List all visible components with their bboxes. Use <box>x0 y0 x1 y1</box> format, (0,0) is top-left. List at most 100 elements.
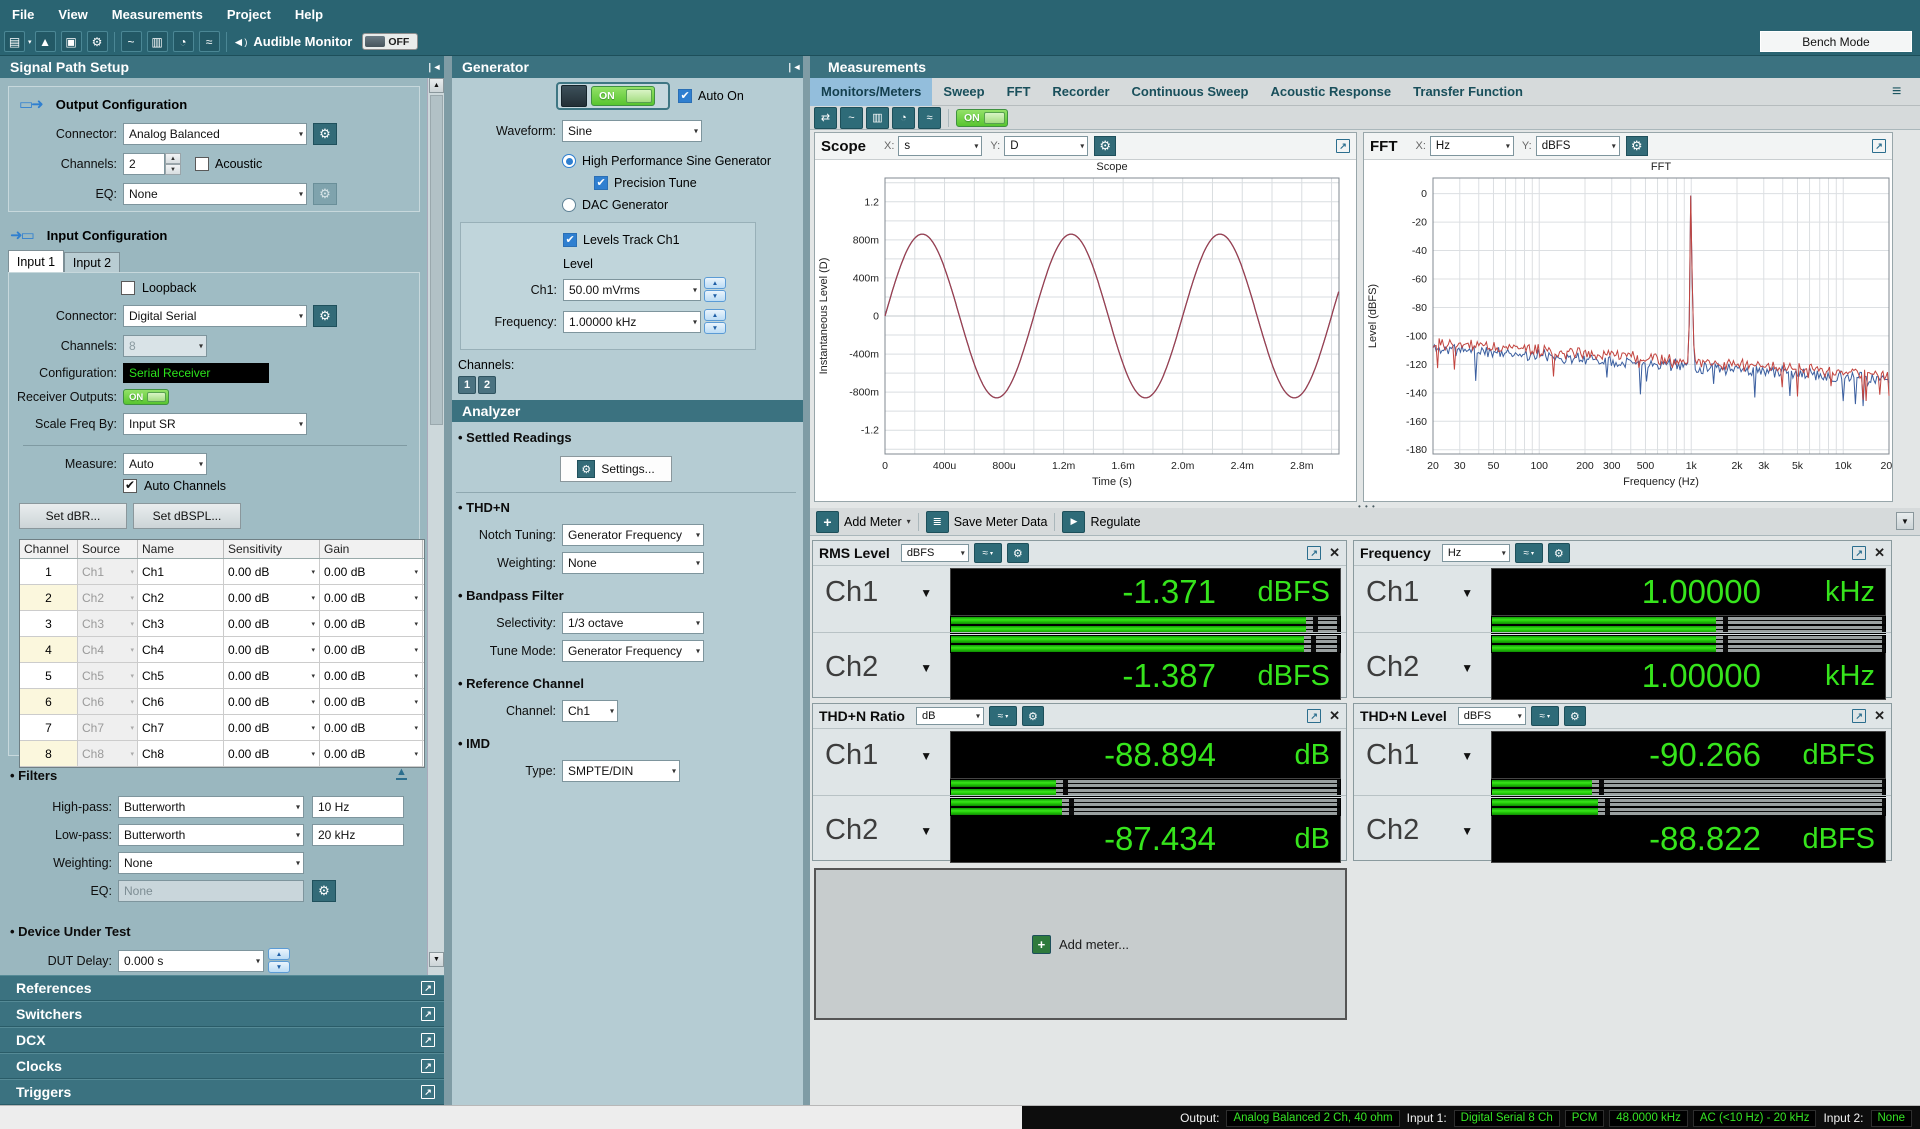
meter-close-icon[interactable]: ✕ <box>1329 708 1340 724</box>
save-meter-data-button[interactable]: ≣ Save Meter Data <box>925 510 1047 533</box>
meter-channel-selector[interactable]: Ch2 ▼ <box>1366 651 1473 684</box>
meter-channel-selector[interactable]: Ch1 ▼ <box>1366 739 1473 772</box>
gain-select[interactable]: 0.00 dB ▾ <box>320 611 423 636</box>
frequency-spinner[interactable]: ▲ ▼ <box>704 309 726 334</box>
fft-x-select[interactable]: Hz ▾ <box>1429 136 1514 156</box>
sensitivity-select[interactable]: 0.00 dB ▾ <box>224 663 320 688</box>
meter-chart-icon[interactable]: ≈ ▾ <box>1530 706 1559 726</box>
meter-channel-selector[interactable]: Ch2 ▼ <box>825 814 932 847</box>
scope-gear-icon[interactable]: ⚙ <box>1094 136 1117 156</box>
tab-monitors-meters[interactable]: Monitors/Meters <box>810 77 933 106</box>
new-project-icon[interactable]: ▤ <box>4 31 25 52</box>
section-references[interactable]: References ↗ <box>0 975 445 1001</box>
menu-project[interactable]: Project <box>215 0 283 28</box>
precision-tune-checkbox[interactable] <box>594 176 608 190</box>
meter-gear-icon[interactable]: ⚙ <box>1021 706 1044 726</box>
clock-icon[interactable]: ◔ <box>172 31 194 52</box>
meter-unit-select[interactable]: dBFS ▾ <box>900 544 969 562</box>
name-input[interactable]: Ch7 <box>138 715 224 740</box>
add-meter-dropzone[interactable]: + Add meter... <box>814 868 1347 1020</box>
monitors-on-toggle[interactable]: ON <box>956 108 1008 127</box>
menu-measurements[interactable]: Measurements <box>100 0 215 28</box>
analyzer-weighting-select[interactable]: None ▾ <box>562 552 704 574</box>
signal-monitor-icon[interactable]: ≈ <box>198 31 220 52</box>
lowpass-select[interactable]: Butterworth ▾ <box>118 824 304 846</box>
loopback-checkbox[interactable] <box>121 281 135 295</box>
settings-button[interactable]: ⚙ Settings... <box>560 456 672 482</box>
meters-scroll-down-icon[interactable]: ▼ <box>1896 512 1914 530</box>
meter-channel-selector[interactable]: Ch1 ▼ <box>825 576 932 609</box>
settings-gear-icon[interactable]: ⚙ <box>86 31 108 52</box>
section-dcx[interactable]: DCX ↗ <box>0 1027 445 1053</box>
output-connector-select[interactable]: Analog Balanced ▾ <box>123 123 307 145</box>
name-input[interactable]: Ch5 <box>138 663 224 688</box>
notch-tuning-select[interactable]: Generator Frequency ▾ <box>562 524 704 546</box>
meter-gear-icon[interactable]: ⚙ <box>1547 543 1570 563</box>
new-project-dropdown-arrow-icon[interactable]: ▾ <box>28 38 32 46</box>
generator-on-toggle[interactable]: ON <box>591 86 655 106</box>
gain-select[interactable]: 0.00 dB ▾ <box>320 715 423 740</box>
popout-icon[interactable]: ↗ <box>421 1033 435 1047</box>
name-input[interactable]: Ch4 <box>138 637 224 662</box>
meter-gear-icon[interactable]: ⚙ <box>1563 706 1586 726</box>
scope-y-select[interactable]: D ▾ <box>1004 136 1089 156</box>
auto-channels-checkbox[interactable] <box>123 478 137 493</box>
tab-input-1[interactable]: Input 1 <box>8 249 64 273</box>
output-eq-select[interactable]: None ▾ <box>123 183 307 205</box>
output-connector-gear-icon[interactable]: ⚙ <box>313 123 337 145</box>
scrollbar-thumb[interactable] <box>430 95 443 425</box>
scope-x-select[interactable]: s ▾ <box>898 136 983 156</box>
auto-hide-pin-icon[interactable]: ❘◄ <box>786 62 801 73</box>
regulate-button[interactable]: ▶ Regulate <box>1062 510 1141 533</box>
column-header[interactable]: Gain <box>320 540 423 558</box>
meter-unit-select[interactable]: dBFS ▾ <box>1457 707 1526 725</box>
sensitivity-select[interactable]: 0.00 dB ▾ <box>224 689 320 714</box>
fft-gear-icon[interactable]: ⚙ <box>1625 136 1648 156</box>
dut-delay-select[interactable]: 0.000 s ▾ <box>118 949 264 972</box>
meter-channel-selector[interactable]: Ch2 ▼ <box>825 651 932 684</box>
scope-view-icon[interactable]: ~ <box>120 31 142 52</box>
tab-fft[interactable]: FFT <box>996 78 1042 106</box>
clock-monitor-icon[interactable]: ◔ <box>892 106 915 129</box>
meter-popout-icon[interactable]: ↗ <box>1307 709 1322 723</box>
tab-sweep[interactable]: Sweep <box>932 78 995 106</box>
scope-popout-icon[interactable]: ↗ <box>1336 139 1350 153</box>
auto-hide-pin-icon[interactable]: ❘◄ <box>426 62 441 73</box>
ref-channel-select[interactable]: Ch1 ▾ <box>562 700 618 722</box>
tab-recorder[interactable]: Recorder <box>1041 78 1120 106</box>
meter-popout-icon[interactable]: ↗ <box>1852 546 1867 560</box>
meter-close-icon[interactable]: ✕ <box>1874 708 1885 724</box>
name-input[interactable]: Ch6 <box>138 689 224 714</box>
set-dbspl-button[interactable]: Set dBSPL... <box>133 503 241 529</box>
panel-divider[interactable] <box>444 56 452 1105</box>
sensitivity-select[interactable]: 0.00 dB ▾ <box>224 611 320 636</box>
filters-eq-gear-icon[interactable]: ⚙ <box>312 880 336 902</box>
generator-channel-1-button[interactable]: 1 <box>458 376 476 394</box>
dac-generator-radio[interactable] <box>562 198 576 212</box>
gain-select[interactable]: 0.00 dB ▾ <box>320 663 423 688</box>
input-connector-select[interactable]: Digital Serial ▾ <box>123 305 307 327</box>
level-select[interactable]: 50.00 mVrms ▾ <box>563 278 701 301</box>
popout-icon[interactable]: ↗ <box>421 1059 435 1073</box>
weighting-select[interactable]: None ▾ <box>118 852 304 874</box>
name-input[interactable]: Ch8 <box>138 741 224 766</box>
generator-off-button[interactable] <box>561 85 587 107</box>
output-channels-input[interactable]: 2 <box>123 153 165 175</box>
gain-select[interactable]: 0.00 dB ▾ <box>320 637 423 662</box>
section-triggers[interactable]: Triggers ↗ <box>0 1079 445 1105</box>
meter-close-icon[interactable]: ✕ <box>1329 545 1340 561</box>
collapse-filters-icon[interactable]: ▲ <box>396 766 407 780</box>
level-spinner[interactable]: ▲ ▼ <box>704 277 726 302</box>
column-header[interactable]: Name <box>138 540 224 558</box>
meter-gear-icon[interactable]: ⚙ <box>1006 543 1029 563</box>
column-header[interactable]: Sensitivity <box>224 540 320 558</box>
name-input[interactable]: Ch1 <box>138 559 224 584</box>
frequency-select[interactable]: 1.00000 kHz ▾ <box>563 310 701 333</box>
name-input[interactable]: Ch3 <box>138 611 224 636</box>
scale-freq-select[interactable]: Input SR ▾ <box>123 413 307 435</box>
waveform-select[interactable]: Sine ▾ <box>562 120 702 142</box>
sensitivity-select[interactable]: 0.00 dB ▾ <box>224 715 320 740</box>
digital-monitor-icon[interactable]: ▥ <box>866 106 889 129</box>
gain-select[interactable]: 0.00 dB ▾ <box>320 689 423 714</box>
sensitivity-select[interactable]: 0.00 dB ▾ <box>224 585 320 610</box>
